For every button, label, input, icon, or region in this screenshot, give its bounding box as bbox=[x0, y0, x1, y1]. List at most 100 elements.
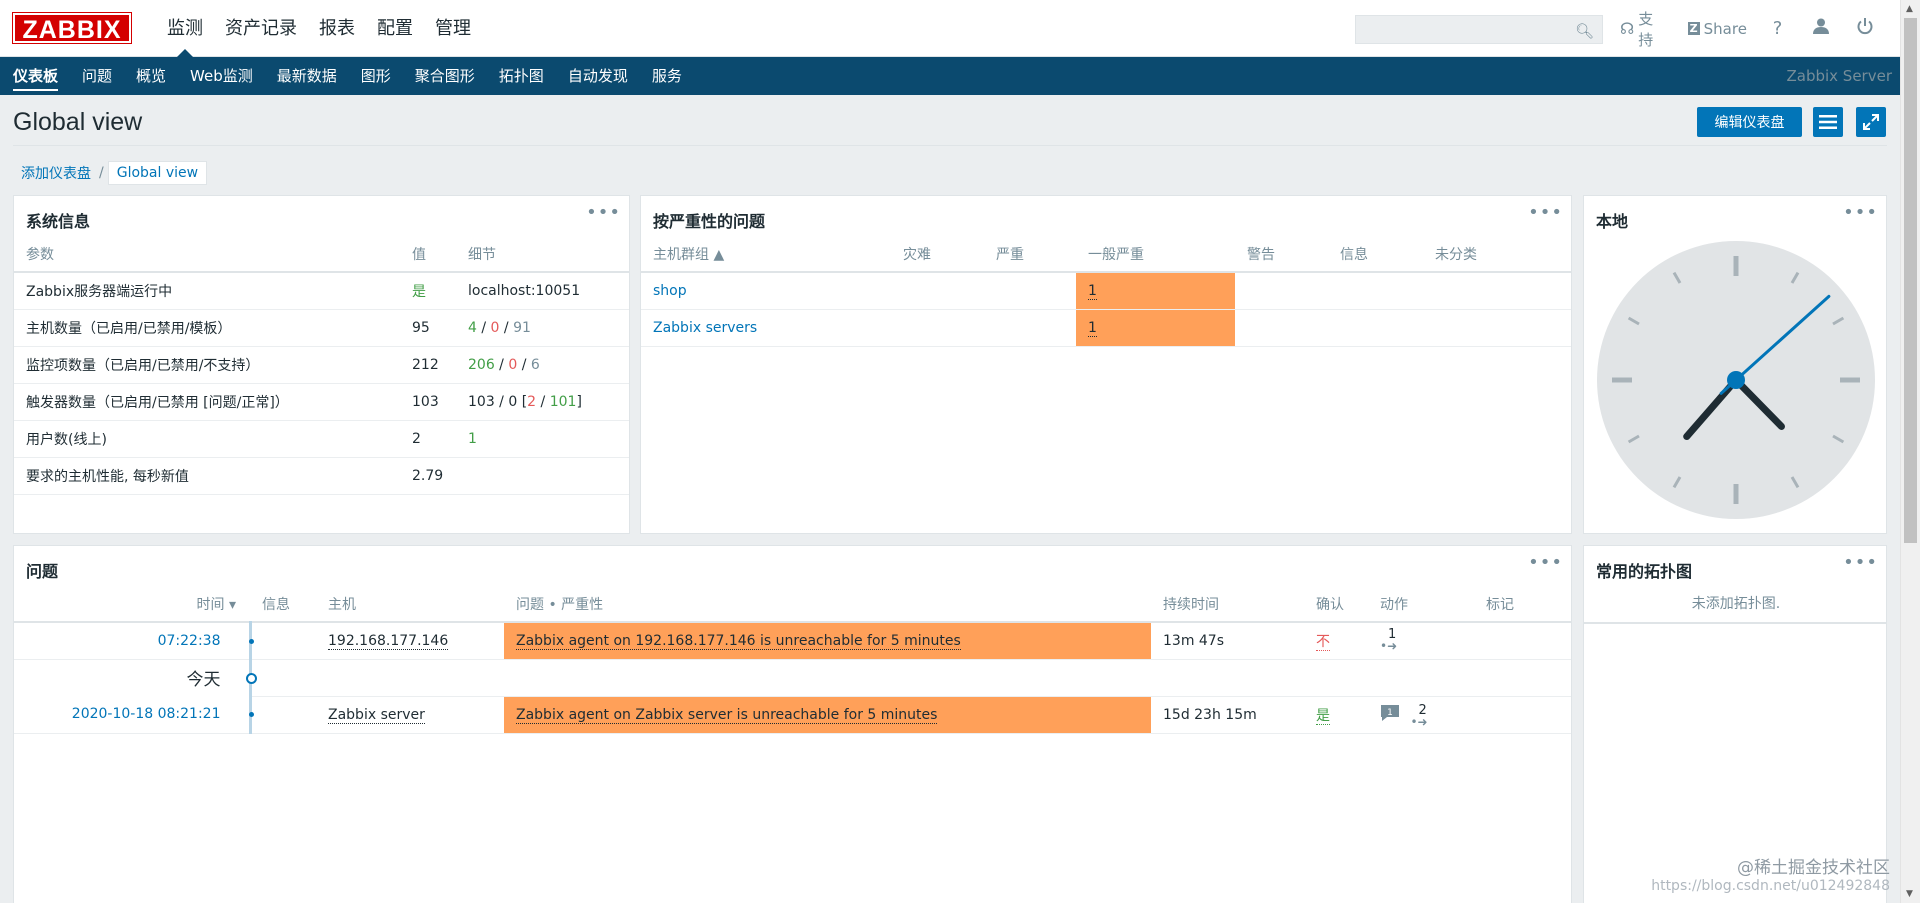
param-cell: 主机数量（已启用/已禁用/模板） bbox=[14, 309, 400, 347]
help-icon[interactable]: ? bbox=[1769, 18, 1786, 39]
ack-link[interactable]: 是 bbox=[1316, 707, 1330, 725]
sign-out-icon[interactable] bbox=[1856, 17, 1874, 40]
sub-nav-discovery[interactable]: 自动发现 bbox=[556, 57, 640, 95]
average-count[interactable]: 1 bbox=[1088, 282, 1097, 300]
sub-nav-graphs[interactable]: 图形 bbox=[349, 57, 403, 95]
breadcrumb-parent[interactable]: 添加仪表盘 bbox=[13, 163, 99, 183]
detail-cell: 206 / 0 / 6 bbox=[456, 346, 629, 384]
problem-time-link[interactable]: 2020-10-18 08:21:21 bbox=[72, 706, 221, 722]
detail-cell bbox=[456, 457, 629, 495]
search-icon[interactable]: 🔍︎ bbox=[1575, 22, 1594, 40]
actions-indicator[interactable]: 2 •➜ bbox=[1410, 703, 1432, 729]
info-cell bbox=[250, 696, 316, 734]
widget-menu-icon[interactable]: ••• bbox=[586, 202, 621, 223]
page-title: Global view bbox=[13, 108, 143, 136]
svg-text:1: 1 bbox=[1387, 708, 1393, 718]
watermark: @稀土掘金技术社区 https://blog.csdn.net/u0124928… bbox=[1651, 859, 1890, 895]
host-link[interactable]: Zabbix server bbox=[328, 706, 425, 724]
col-value: 值 bbox=[400, 236, 456, 273]
average-count[interactable]: 1 bbox=[1088, 319, 1097, 337]
main-nav: 监测 资产记录 报表 配置 管理 bbox=[156, 0, 482, 57]
value-cell: 95 bbox=[400, 309, 456, 347]
sub-nav-maps[interactable]: 拓扑图 bbox=[487, 57, 556, 95]
expand-icon bbox=[1863, 114, 1879, 130]
timeline-dot-icon bbox=[248, 712, 254, 717]
param-cell: 用户数(线上) bbox=[14, 420, 400, 458]
col-host-group[interactable]: 主机群组 ▲ bbox=[641, 236, 891, 273]
server-name: Zabbix Server bbox=[1786, 67, 1892, 85]
sub-nav-overview[interactable]: 概览 bbox=[124, 57, 178, 95]
ok-count: 101 bbox=[549, 393, 577, 410]
problem-time-link[interactable]: 07:22:38 bbox=[158, 633, 221, 649]
duration-cell: 13m 47s bbox=[1151, 622, 1304, 660]
col-detail: 细节 bbox=[456, 236, 629, 273]
system-info-widget: 系统信息 ••• 参数 值 细节 Zabbix服务器端运行中 是 localho… bbox=[13, 195, 630, 534]
main-nav-administration[interactable]: 管理 bbox=[424, 0, 482, 57]
main-nav-inventory[interactable]: 资产记录 bbox=[214, 0, 308, 57]
col-problem-severity: 问题 • 严重性 bbox=[504, 586, 1151, 623]
widget-menu-icon[interactable]: ••• bbox=[1843, 552, 1878, 573]
scroll-down-icon[interactable]: ▼ bbox=[1906, 889, 1913, 899]
high-cell bbox=[984, 272, 1076, 310]
trigger-suffix: ] bbox=[576, 393, 582, 410]
sub-nav-latest-data[interactable]: 最新数据 bbox=[265, 57, 349, 95]
average-cell[interactable]: 1 bbox=[1076, 272, 1235, 310]
breadcrumb-current[interactable]: Global view bbox=[107, 161, 208, 185]
support-link[interactable]: ☊ 支持 bbox=[1620, 8, 1666, 50]
col-average: 一般严重 bbox=[1076, 236, 1235, 273]
user-profile-icon[interactable] bbox=[1812, 17, 1830, 40]
sub-nav-web[interactable]: Web监测 bbox=[178, 57, 265, 95]
scroll-thumb[interactable] bbox=[1904, 18, 1917, 543]
hamburger-icon bbox=[1819, 115, 1837, 129]
today-cell: 今天 bbox=[14, 659, 257, 696]
host-group-cell: Zabbix servers bbox=[641, 309, 891, 347]
disaster-cell bbox=[891, 272, 984, 310]
main-nav-configuration[interactable]: 配置 bbox=[366, 0, 424, 57]
col-not-classified: 未分类 bbox=[1423, 236, 1571, 273]
widget-menu-icon[interactable]: ••• bbox=[1528, 202, 1563, 223]
share-link[interactable]: Z Share bbox=[1687, 20, 1747, 38]
main-nav-reports[interactable]: 报表 bbox=[308, 0, 366, 57]
scroll-up-icon[interactable]: ▲ bbox=[1906, 4, 1913, 14]
dashboard-menu-button[interactable] bbox=[1813, 107, 1843, 137]
host-cell: 192.168.177.146 bbox=[316, 622, 504, 660]
fullscreen-button[interactable] bbox=[1856, 107, 1886, 137]
zabbix-logo[interactable]: ZABBIX bbox=[12, 12, 132, 44]
host-group-link[interactable]: Zabbix servers bbox=[653, 320, 757, 336]
value-cell: 2.79 bbox=[400, 457, 456, 495]
sub-nav-dashboard[interactable]: 仪表板 bbox=[1, 57, 70, 95]
problem-link[interactable]: Zabbix agent on 192.168.177.146 is unrea… bbox=[516, 632, 961, 650]
info-cell bbox=[250, 622, 316, 660]
table-row: 要求的主机性能, 每秒新值 2.79 bbox=[14, 457, 629, 495]
col-disaster: 灾难 bbox=[891, 236, 984, 273]
search-input[interactable] bbox=[1356, 16, 1566, 43]
host-link[interactable]: 192.168.177.146 bbox=[328, 632, 449, 650]
watermark-title: @稀土掘金技术社区 bbox=[1737, 858, 1890, 878]
today-label: 今天 bbox=[186, 670, 221, 691]
sub-nav-services[interactable]: 服务 bbox=[640, 57, 694, 95]
actions-indicator[interactable]: 1 •➜ bbox=[1380, 627, 1402, 653]
enabled-count: 206 bbox=[468, 356, 495, 373]
sub-nav: 仪表板 问题 概览 Web监测 最新数据 图形 聚合图形 拓扑图 自动发现 服务… bbox=[0, 57, 1900, 95]
col-time[interactable]: 时间 ▾ bbox=[14, 586, 250, 623]
detail-cell: localhost:10051 bbox=[456, 272, 629, 310]
tags-cell bbox=[1474, 622, 1571, 660]
ack-cell: 是 bbox=[1304, 696, 1368, 734]
comment-icon[interactable]: 1 bbox=[1380, 704, 1400, 726]
tags-cell bbox=[1474, 696, 1571, 734]
average-cell[interactable]: 1 bbox=[1076, 309, 1235, 347]
actions-cell: 1 •➜ bbox=[1368, 622, 1474, 660]
headset-icon: ☊ bbox=[1620, 19, 1635, 38]
page-scrollbar[interactable]: ▲ ▼ bbox=[1900, 0, 1920, 903]
widget-title: 常用的拓扑图 bbox=[1596, 562, 1693, 581]
host-group-link[interactable]: shop bbox=[653, 283, 687, 299]
edit-dashboard-button[interactable]: 编辑仪表盘 bbox=[1697, 107, 1802, 137]
col-tags: 标记 bbox=[1474, 586, 1571, 623]
host-group-cell: shop bbox=[641, 272, 891, 310]
sub-nav-screens[interactable]: 聚合图形 bbox=[403, 57, 487, 95]
sub-nav-problems[interactable]: 问题 bbox=[70, 57, 124, 95]
problem-link[interactable]: Zabbix agent on Zabbix server is unreach… bbox=[516, 706, 938, 724]
ack-link[interactable]: 不 bbox=[1316, 633, 1330, 651]
widget-menu-icon[interactable]: ••• bbox=[1528, 552, 1563, 573]
main-nav-monitoring[interactable]: 监测 bbox=[156, 0, 214, 57]
